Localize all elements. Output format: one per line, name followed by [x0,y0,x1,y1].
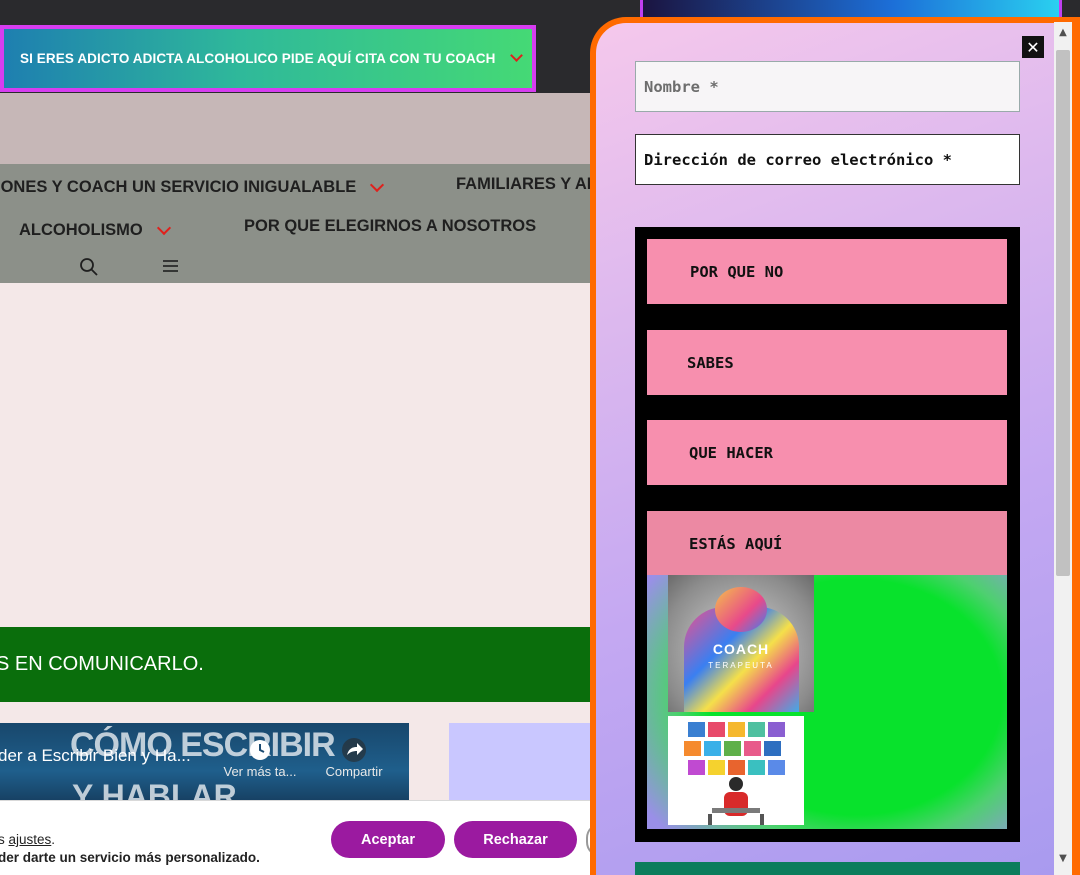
scroll-down-arrow-icon[interactable]: ▼ [1056,852,1070,866]
menu-item-label: POR QUE NO [690,262,784,281]
content-area [0,283,600,627]
menu-item-que-hacer[interactable]: QUE HACER [647,420,1007,485]
cookie-settings-link[interactable]: ajustes [9,832,52,847]
watch-later-button[interactable]: Ver más ta... [218,738,302,779]
email-input[interactable] [635,134,1020,185]
scrollbar-thumb[interactable] [1056,50,1070,576]
green-band-text: S EN COMUNICARLO. [0,653,204,675]
share-arrow-icon [342,738,366,762]
video-call-illustration[interactable] [668,716,804,825]
cookie-text-line2: der darte un servicio más personalizado. [0,850,260,865]
nav-item-label: IONES Y COACH UN SERVICIO INIGUALABLE [0,178,357,196]
chevron-down-icon [509,49,523,62]
popup-bottom-section [635,862,1020,875]
nav-item-label: POR QUE ELEGIRNOS A NOSOTROS [244,217,537,235]
chevron-down-icon [370,177,385,192]
clock-icon [250,740,270,760]
coach-therapist-image[interactable]: COACH TERAPEUTA [668,575,814,712]
reject-cookies-button[interactable]: Rechazar [454,821,577,858]
nav-item-coach-service[interactable]: IONES Y COACH UN SERVICIO INIGUALABLE [0,177,385,197]
search-icon[interactable] [79,257,99,277]
share-button[interactable]: Compartir [318,738,390,779]
menu-item-por-que-no[interactable]: POR QUE NO [647,239,1007,304]
menu-item-estas-aqui[interactable]: ESTÁS AQUÍ [647,511,1007,576]
video-title: der a Escribir Bien y Ha... [0,746,191,765]
nav-item-familiares[interactable]: FAMILIARES Y AL [456,175,597,194]
header-strip [0,93,600,164]
side-content-box [449,723,609,803]
menu-item-label: SABES [687,353,734,372]
chevron-down-icon [156,220,171,235]
popup-border-edge [1072,22,1080,875]
menu-item-sabes[interactable]: SABES [647,330,1007,395]
promo-banner-text: SI ERES ADICTO ADICTA ALCOHOLICO PIDE AQ… [20,51,496,66]
watch-later-label: Ver más ta... [223,764,297,779]
nav-item-label: FAMILIARES Y AL [456,175,597,193]
accept-cookies-button[interactable]: Aceptar [331,821,445,858]
share-label: Compartir [325,764,383,779]
nav-item-por-que-elegirnos[interactable]: POR QUE ELEGIRNOS A NOSOTROS [244,217,536,236]
coach-image-subtitle: TERAPEUTA [708,661,774,670]
coach-figure-head [715,587,767,632]
nav-item-alcoholismo[interactable]: ALCOHOLISMO [19,220,171,240]
nav-item-label: ALCOHOLISMO [19,221,143,239]
menu-item-label: ESTÁS AQUÍ [689,534,783,553]
hamburger-menu-icon[interactable] [162,258,179,274]
video-conference-icon [684,722,785,825]
green-message-band: S EN COMUNICARLO. [0,627,600,702]
coach-image-title: COACH [712,641,770,657]
close-icon[interactable]: ✕ [1022,36,1044,58]
menu-item-label: QUE HACER [689,443,773,462]
promo-cta-banner[interactable]: SI ERES ADICTO ADICTA ALCOHOLICO PIDE AQ… [0,25,536,92]
name-input[interactable] [635,61,1020,112]
scroll-up-arrow-icon[interactable]: ▲ [1056,26,1070,40]
cookie-text-line1: s ajustes. [0,832,56,847]
